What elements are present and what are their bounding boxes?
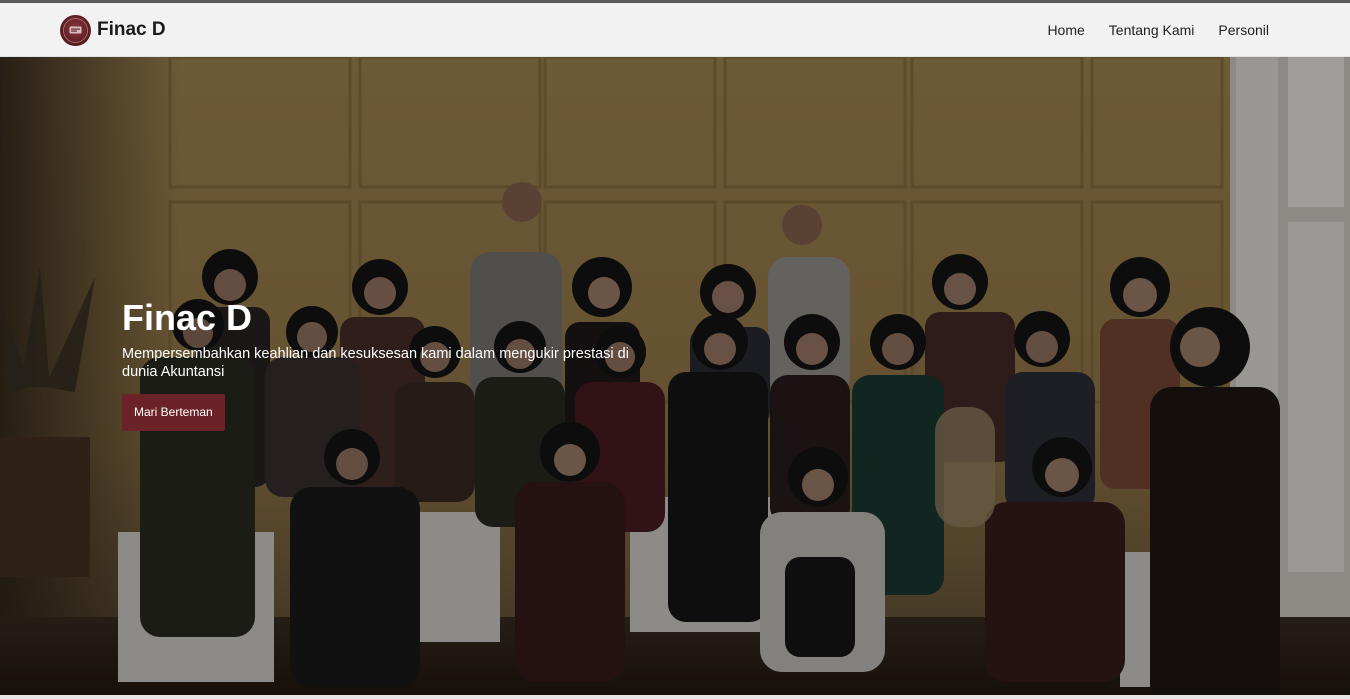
- main-nav: Home Tentang Kami Personil: [1023, 3, 1269, 57]
- hero-content: Finac D Mempersembahkan keahlian dan kes…: [122, 297, 662, 431]
- bottom-border: [0, 695, 1350, 699]
- navbar: Finac D Home Tentang Kami Personil: [0, 3, 1350, 57]
- nav-home[interactable]: Home: [1047, 22, 1084, 38]
- hero-subtitle: Mempersembahkan keahlian dan kesuksesan …: [122, 346, 629, 380]
- brand-link[interactable]: Finac D: [60, 14, 166, 46]
- emblem-icon: [60, 14, 91, 46]
- hero-section: Finac D Mempersembahkan keahlian dan kes…: [0, 57, 1350, 695]
- nav-personil[interactable]: Personil: [1218, 22, 1269, 38]
- brand-name: Finac D: [97, 19, 166, 40]
- nav-tentang-kami[interactable]: Tentang Kami: [1109, 22, 1195, 38]
- hero-title: Finac D: [122, 297, 253, 338]
- mari-berteman-button[interactable]: Mari Berteman: [122, 394, 225, 431]
